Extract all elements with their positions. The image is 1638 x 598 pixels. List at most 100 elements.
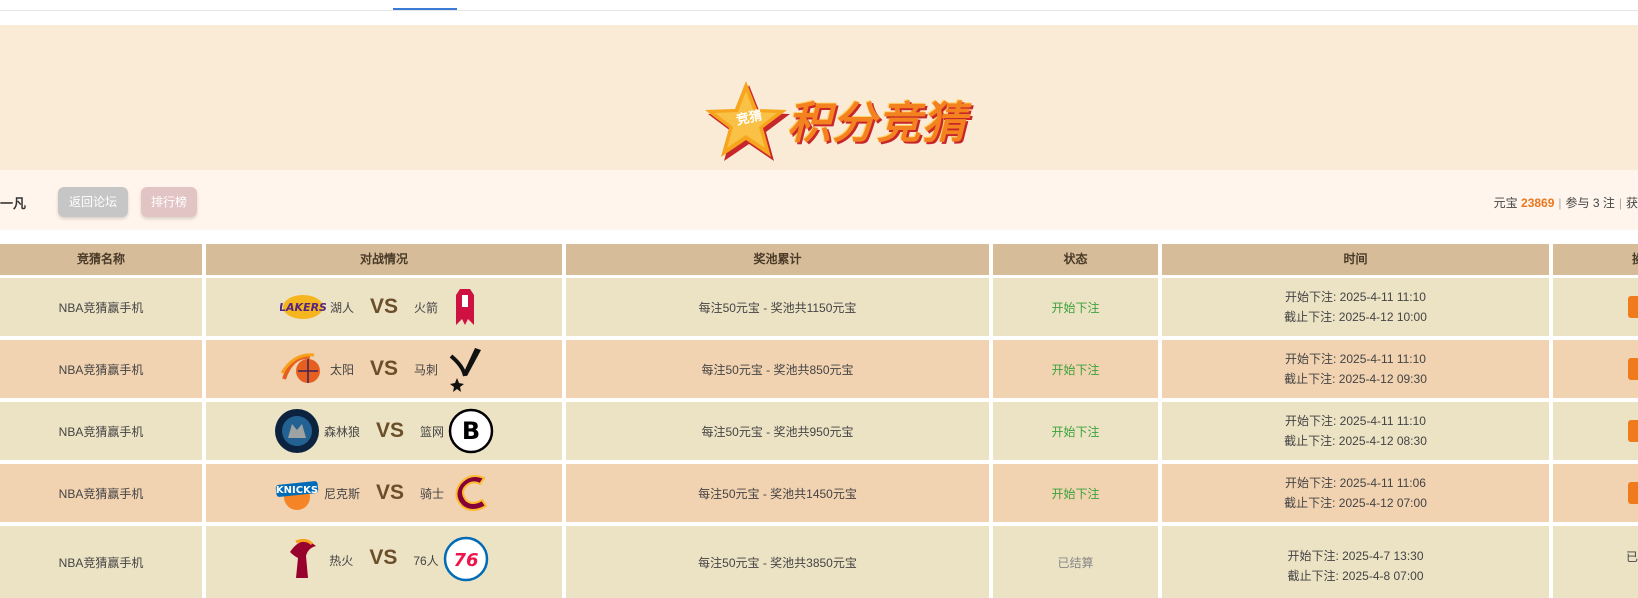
time-range: 开始下注: 2025-4-11 11:10 截止下注: 2025-4-12 08:… (1162, 402, 1549, 460)
76ers-logo-icon: 76 (443, 536, 489, 582)
timberwolves-logo-icon (274, 408, 320, 454)
contest-name: NBA竞猜赢手机 (0, 526, 202, 598)
contest-name: NBA竞猜赢手机 (0, 402, 202, 460)
start-time: 开始下注: 2025-4-11 11:10 (1285, 414, 1426, 428)
table-row: NBA竞猜赢手机 太阳 VS 马刺 每注50元宝 - 奖池共850元宝 开始下注… (0, 340, 1638, 398)
action-cell (1553, 402, 1638, 460)
column-header-time: 时间 (1162, 244, 1549, 275)
prize-pool: 每注50元宝 - 奖池共3850元宝 (566, 526, 989, 598)
away-team: 篮网 (420, 424, 445, 439)
contest-name: NBA竞猜赢手机 (0, 278, 202, 336)
vs-label: VS (369, 546, 398, 569)
table-header: 竞猜名称 对战情况 奖池累计 状态 时间 操 (0, 244, 1638, 275)
end-time: 截止下注: 2025-4-8 07:00 (1287, 569, 1424, 583)
status-badge: 开始下注 (993, 464, 1158, 522)
rockets-logo-icon (442, 284, 488, 330)
column-header-action: 操 (1553, 244, 1638, 275)
matchup: 太阳 VS 马刺 (206, 340, 562, 398)
action-cell (1553, 464, 1638, 522)
active-tab-indicator (393, 8, 457, 10)
end-time: 截止下注: 2025-4-12 08:30 (1284, 434, 1427, 448)
matchup: LAKERS 湖人 VS 火箭 (206, 278, 562, 336)
bet-button[interactable] (1628, 296, 1638, 318)
prize-pool: 每注50元宝 - 奖池共850元宝 (566, 340, 989, 398)
suns-logo-icon (280, 346, 326, 392)
nets-logo-icon: B (448, 408, 494, 454)
top-nav-bar (0, 0, 1638, 11)
time-range: 开始下注: 2025-4-11 11:10 截止下注: 2025-4-12 10:… (1162, 278, 1549, 336)
time-range: 开始下注: 2025-4-11 11:06 截止下注: 2025-4-12 07:… (1162, 464, 1549, 522)
svg-text:LAKERS: LAKERS (280, 301, 326, 314)
bet-button[interactable] (1628, 420, 1638, 442)
away-team: 骑士 (420, 486, 445, 501)
end-time: 截止下注: 2025-4-12 10:00 (1284, 310, 1427, 324)
joined-count: 参与 3 注 (1565, 196, 1615, 210)
home-team: 森林狼 (323, 424, 360, 439)
column-header-pool: 奖池累计 (566, 244, 989, 275)
start-time: 开始下注: 2025-4-7 13:30 (1287, 549, 1424, 563)
yuanbao-value: 23869 (1521, 196, 1555, 210)
action-cell (1553, 340, 1638, 398)
leaderboard-button[interactable]: 排行榜 (141, 187, 197, 217)
start-time: 开始下注: 2025-4-11 11:06 (1285, 476, 1426, 490)
prize-pool: 每注50元宝 - 奖池共950元宝 (566, 402, 989, 460)
svg-text:B: B (462, 417, 480, 445)
lakers-logo-icon: LAKERS (280, 284, 326, 330)
brand-title: 积分竞猜 (787, 98, 967, 149)
vs-label: VS (369, 295, 398, 318)
matchup: KNICKS 尼克斯 VS 骑士 (206, 464, 562, 522)
username: 一凡 (0, 196, 27, 211)
away-team: 马刺 (414, 362, 439, 377)
knicks-logo-icon: KNICKS (274, 470, 320, 516)
user-stats: 元宝 23869 | 参与 3 注 | 获 (1493, 196, 1638, 210)
home-team: 太阳 (329, 362, 354, 377)
home-team: 热火 (329, 554, 354, 568)
bet-button[interactable] (1628, 358, 1638, 380)
home-team: 湖人 (329, 300, 354, 315)
away-team: 76人 (413, 554, 439, 568)
contest-name: NBA竞猜赢手机 (0, 340, 202, 398)
bet-button[interactable] (1628, 482, 1638, 504)
home-team: 尼克斯 (323, 486, 360, 501)
column-header-status: 状态 (993, 244, 1158, 275)
matchup: 森林狼 VS 篮网 B (206, 402, 562, 460)
settled-label: 已 (1625, 550, 1638, 564)
vs-label: VS (369, 357, 398, 380)
status-badge: 开始下注 (993, 278, 1158, 336)
column-header-matchup: 对战情况 (206, 244, 562, 275)
heat-logo-icon (279, 536, 325, 582)
prize-pool: 每注50元宝 - 奖池共1150元宝 (566, 278, 989, 336)
yuanbao-label: 元宝 (1493, 196, 1518, 210)
svg-text:76: 76 (453, 550, 478, 571)
prize-pool: 每注50元宝 - 奖池共1450元宝 (566, 464, 989, 522)
contest-name: NBA竞猜赢手机 (0, 464, 202, 522)
time-range: 开始下注: 2025-4-11 11:10 截止下注: 2025-4-12 09:… (1162, 340, 1549, 398)
cavaliers-logo-icon (448, 470, 494, 516)
vs-label: VS (375, 481, 404, 504)
svg-text:KNICKS: KNICKS (276, 485, 318, 496)
vs-label: VS (375, 419, 404, 442)
action-cell: 已 (1553, 526, 1638, 598)
column-header-name: 竞猜名称 (0, 244, 202, 275)
matchup: 热火 VS 76人 76 (206, 526, 562, 598)
table-row: NBA竞猜赢手机 KNICKS 尼克斯 VS 骑士 每注50元宝 - 奖池共14… (0, 464, 1638, 522)
away-team: 火箭 (414, 300, 439, 315)
status-badge: 开始下注 (993, 402, 1158, 460)
stats-trailing: 获 (1625, 196, 1638, 210)
banner: 竞猜 积分竞猜 (0, 25, 1638, 170)
back-to-forum-button[interactable]: 返回论坛 (58, 187, 128, 217)
start-time: 开始下注: 2025-4-11 11:10 (1285, 352, 1426, 366)
status-badge: 开始下注 (993, 340, 1158, 398)
time-range: 开始下注: 2025-4-7 13:30 截止下注: 2025-4-8 07:00 (1162, 526, 1549, 598)
table-row: NBA竞猜赢手机 森林狼 VS 篮网 B 每注50元宝 - 奖池共950元宝 开… (0, 402, 1638, 460)
table-row: NBA竞猜赢手机 LAKERS 湖人 VS 火箭 每注50元宝 - 奖池共115… (0, 278, 1638, 336)
end-time: 截止下注: 2025-4-12 09:30 (1284, 372, 1427, 386)
user-bar: 一凡 返回论坛 排行榜 元宝 23869 | 参与 3 注 | 获 (0, 170, 1638, 230)
spurs-logo-icon (442, 346, 488, 392)
table-row: NBA竞猜赢手机 热火 VS 76人 76 每注50元宝 - 奖池共3850元宝… (0, 526, 1638, 598)
end-time: 截止下注: 2025-4-12 07:00 (1284, 496, 1427, 510)
start-time: 开始下注: 2025-4-11 11:10 (1285, 290, 1426, 304)
status-badge: 已结算 (993, 526, 1158, 598)
action-cell (1553, 278, 1638, 336)
brand-logo: 竞猜 积分竞猜 (703, 77, 983, 161)
